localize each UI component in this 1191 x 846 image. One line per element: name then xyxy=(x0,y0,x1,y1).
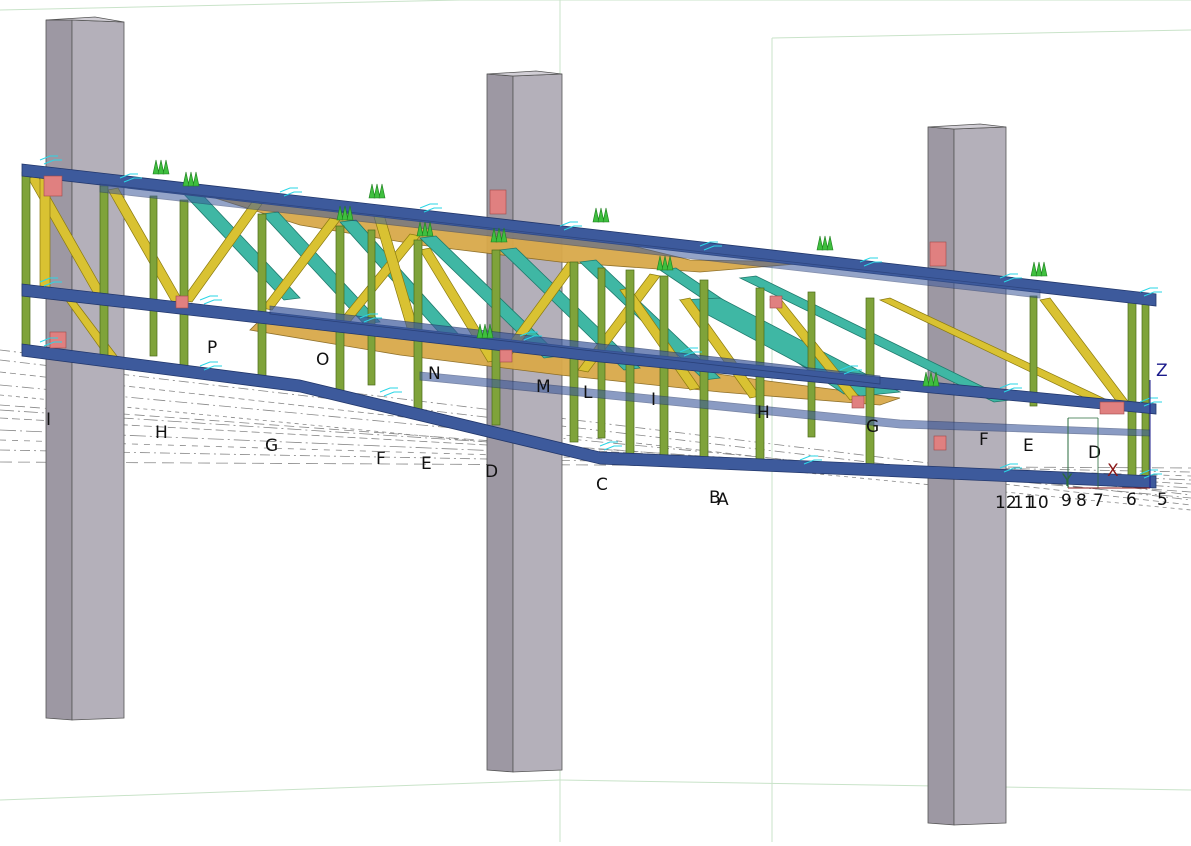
grid-label: C xyxy=(596,475,608,495)
node-pad-icon xyxy=(1099,401,1125,415)
support-arrow-icon xyxy=(378,183,386,199)
grid-label: O xyxy=(316,350,329,370)
grid-number: 7 xyxy=(1093,491,1104,511)
grid-label: H xyxy=(155,423,168,443)
grid-label: G xyxy=(265,436,278,456)
support-arrow-icon xyxy=(368,183,376,199)
grid-label: M xyxy=(536,377,551,397)
support-arrow-icon xyxy=(597,207,605,223)
grid-label: E xyxy=(1023,436,1034,456)
grid-label: F xyxy=(376,449,386,469)
node-pad-icon xyxy=(933,435,947,451)
grid-label: I xyxy=(46,410,51,430)
grid-label: D xyxy=(485,462,498,482)
member-annotation-tick xyxy=(379,387,402,397)
member-annotation-tick xyxy=(199,295,222,305)
node-pad-icon xyxy=(769,295,783,309)
support-arrow-icon xyxy=(821,235,829,251)
column-left[interactable] xyxy=(45,16,125,721)
support-arrow-icon xyxy=(592,207,600,223)
grid-number: 5 xyxy=(1157,490,1168,510)
grid-number: 9 xyxy=(1061,491,1072,511)
model-canvas[interactable]: P O N M L I H G I H G F E D C B A F E D … xyxy=(0,0,1191,842)
support-arrow-icon xyxy=(157,159,165,175)
node-pad-icon xyxy=(929,241,947,267)
axis-triad-icon: Y X Z xyxy=(1061,361,1168,491)
node-pad-icon xyxy=(499,349,513,363)
support-arrow-icon xyxy=(602,207,610,223)
support-arrow-icon xyxy=(152,159,160,175)
node-pad-icon xyxy=(175,295,189,309)
support-arrow-icon xyxy=(1035,261,1043,277)
support-arrow-icon xyxy=(192,171,200,187)
axis-label-x: X xyxy=(1107,461,1119,481)
grid-label: H xyxy=(757,403,770,423)
support-arrow-icon xyxy=(1040,261,1048,277)
grid-label: E xyxy=(421,454,432,474)
grid-label: G xyxy=(866,417,879,437)
support-arrow-icon xyxy=(162,159,170,175)
grid-number: 8 xyxy=(1076,491,1087,511)
support-arrow-icon xyxy=(1030,261,1038,277)
model-viewport[interactable]: P O N M L I H G I H G F E D C B A F E D … xyxy=(0,0,1191,842)
grid-label: A xyxy=(717,490,729,510)
support-arrow-icon xyxy=(826,235,834,251)
support-arrow-icon xyxy=(187,171,195,187)
support-arrow-icon xyxy=(373,183,381,199)
node-pad-icon xyxy=(489,189,507,215)
grid-label: I xyxy=(651,390,656,410)
support-arrow-icon xyxy=(182,171,190,187)
grid-label: F xyxy=(979,430,989,450)
grid-label: N xyxy=(428,364,441,384)
support-arrow-icon xyxy=(816,235,824,251)
grid-label: P xyxy=(207,338,217,358)
axis-label-y: Y xyxy=(1061,471,1073,491)
grid-label: L xyxy=(583,383,593,403)
grid-label: D xyxy=(1088,443,1101,463)
node-pad-icon xyxy=(49,331,67,349)
axis-label-z: Z xyxy=(1156,361,1168,381)
grid-number: 6 xyxy=(1126,490,1137,510)
node-pad-icon xyxy=(43,175,63,197)
background-frame xyxy=(0,0,1191,842)
node-pad-icon xyxy=(851,395,865,409)
grid-number: 10 xyxy=(1027,493,1049,513)
